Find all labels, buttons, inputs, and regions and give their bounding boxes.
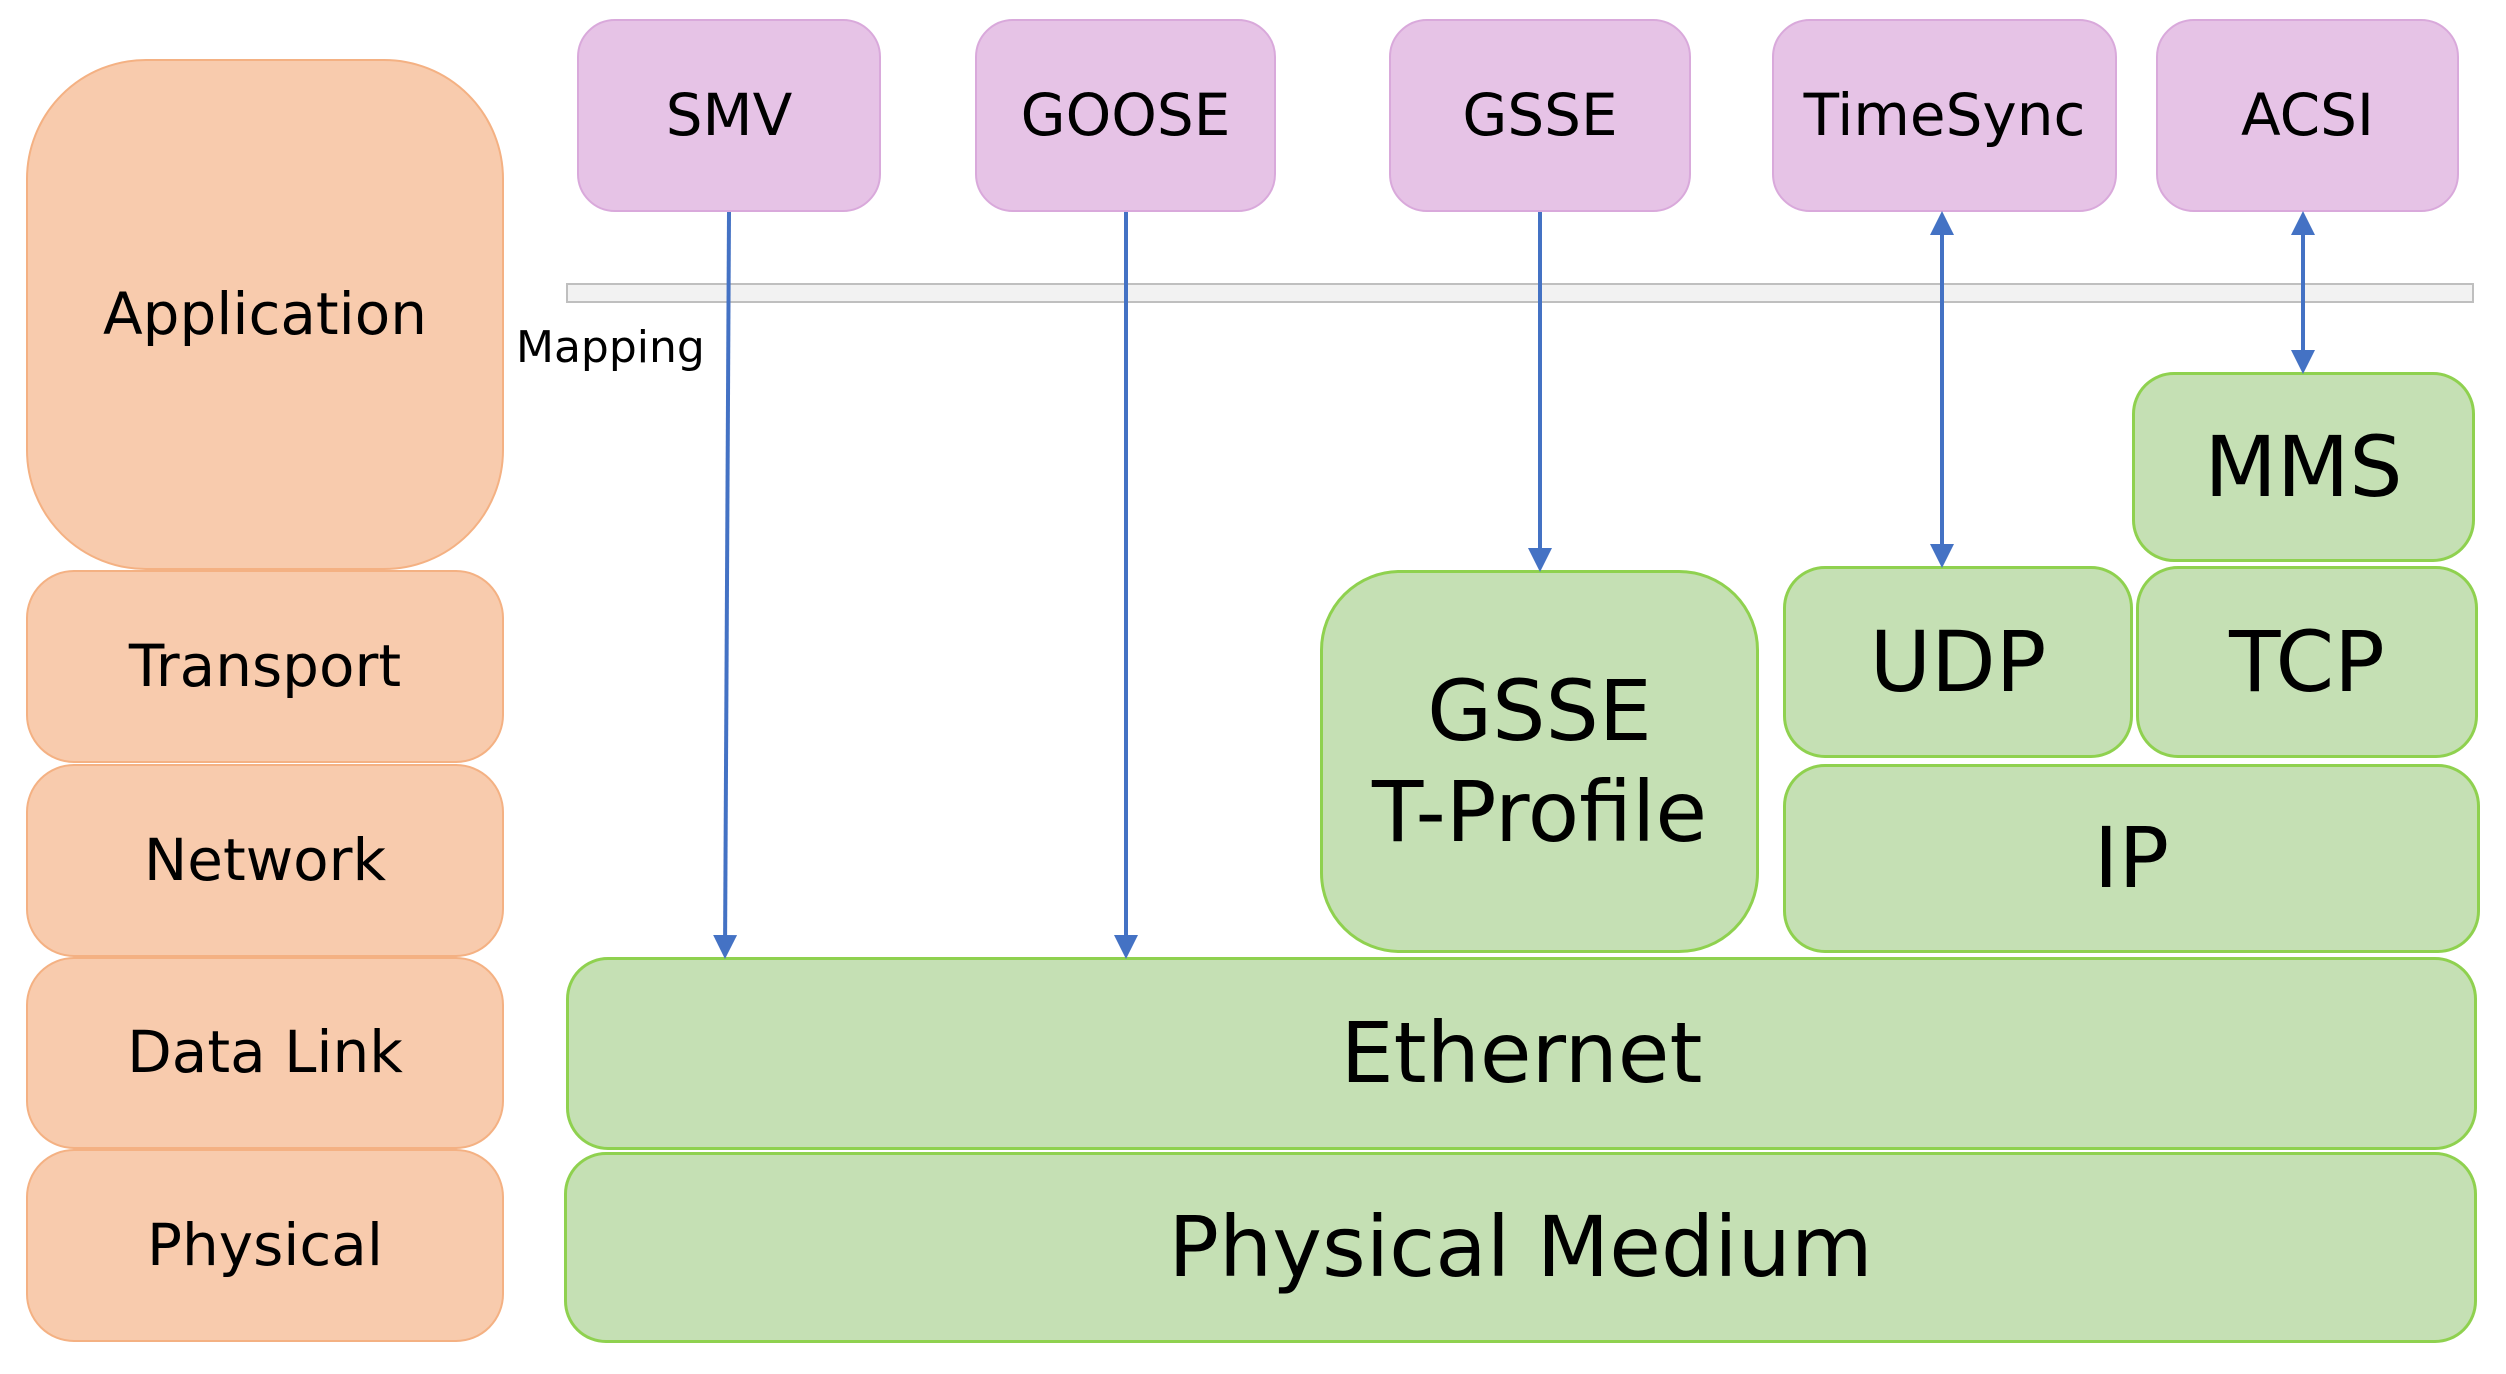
protocol-goose: GOOSE [975,19,1276,212]
osi-layer-network: Network [26,764,504,957]
stack-label: Physical Medium [1168,1198,1873,1297]
stack-label: Ethernet [1340,1004,1703,1103]
osi-layer-label: Transport [128,631,402,700]
protocol-smv: SMV [577,19,881,212]
stack-label: TCP [2229,612,2385,711]
stack-ip: IP [1783,764,2480,953]
stack-gsse-tprofile: GSSE T-Profile [1320,570,1759,953]
protocol-timesync: TimeSync [1772,19,2117,212]
mapping-bar [566,283,2474,303]
stack-mms: MMS [2132,372,2475,562]
protocol-acsi: ACSI [2156,19,2459,212]
stack-label: MMS [2204,417,2403,516]
osi-layer-physical: Physical [26,1149,504,1342]
protocol-label: GOOSE [1020,80,1231,149]
osi-layer-application: Application [26,59,504,570]
arrow-smv-ethernet [713,211,738,959]
stack-physical-medium: Physical Medium [564,1152,2477,1343]
protocol-label: ACSI [2240,80,2375,149]
osi-layer-label: Network [143,825,387,894]
mapping-label: Mapping [516,322,705,373]
osi-layer-label: Application [102,279,428,348]
osi-layer-data-link: Data Link [26,957,504,1149]
osi-layer-label: Physical [147,1210,383,1279]
protocol-gsse: GSSE [1389,19,1691,212]
stack-ethernet: Ethernet [566,957,2477,1150]
stack-label: IP [2093,809,2170,908]
protocol-label: SMV [665,80,793,149]
protocol-label: GSSE [1462,80,1618,149]
stack-label: UDP [1869,612,2047,711]
osi-layer-label: Data Link [127,1018,403,1087]
osi-layer-transport: Transport [26,570,504,763]
protocol-label: TimeSync [1803,80,2086,149]
stack-tcp: TCP [2136,566,2478,758]
stack-udp: UDP [1783,566,2133,758]
stack-label: GSSE T-Profile [1371,661,1708,861]
